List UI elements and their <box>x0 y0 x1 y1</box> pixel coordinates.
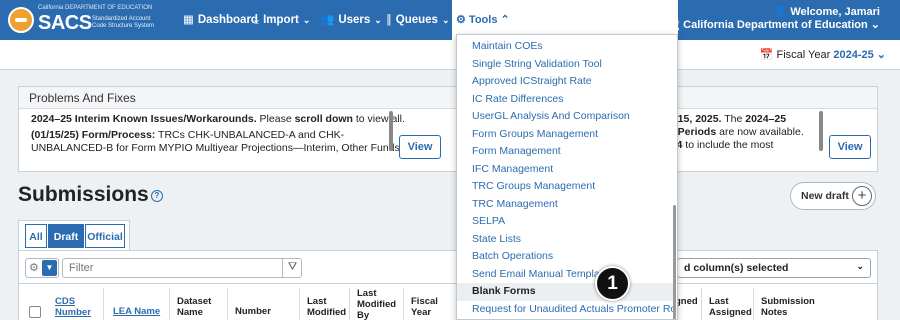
menu-item-trc-groups-management[interactable]: TRC Groups Management <box>457 178 673 196</box>
nav-dashboard[interactable]: ▦ Dashboard <box>183 0 258 40</box>
users-icon: 👥 <box>320 14 335 26</box>
calendar-icon: 📅 <box>759 49 777 61</box>
col-last-assigned[interactable]: Last Assigned <box>709 296 753 318</box>
column-divider <box>169 288 170 320</box>
org-building-icon: 🏛 <box>666 19 684 31</box>
tools-dropdown-menu: Maintain COEs Single String Validation T… <box>456 34 678 320</box>
problems-and-fixes-panel: Problems And Fixes 2024–25 Interim Known… <box>18 86 878 172</box>
fiscal-year-selector[interactable]: 📅 Fiscal Year 2024-25 ⌄ <box>760 48 886 61</box>
column-divider <box>299 288 300 320</box>
view-button-right[interactable]: View <box>829 135 871 159</box>
filter-input[interactable]: Filter <box>62 258 302 278</box>
tools-gear-icon: ⚙ <box>456 14 469 26</box>
problem-left-line1: 2024–25 Interim Known Issues/Workarounds… <box>31 113 405 125</box>
nav-queues[interactable]: ∥ Queues ⌄ <box>386 0 449 40</box>
tab-draft[interactable]: Draft <box>48 224 84 248</box>
menu-item-form-management[interactable]: Form Management <box>457 143 673 161</box>
plus-icon: + <box>852 186 872 206</box>
col-submission-notes[interactable]: Submission Notes <box>761 296 821 318</box>
chevron-down-icon: ▼ <box>42 260 57 276</box>
import-icon: ⤓ <box>254 14 260 26</box>
filter-funnel-icon[interactable]: ⛛ <box>282 258 302 278</box>
chevron-up-icon: ⌃ <box>500 14 510 26</box>
menu-item-approved-icstraight-rate[interactable]: Approved ICStraight Rate <box>457 73 673 91</box>
menu-item-selpa[interactable]: SELPA <box>457 213 673 231</box>
problem-left-line2: (01/15/25) Form/Process: TRCs CHK-UNBALA… <box>31 129 345 141</box>
submissions-table-header: CDS Number LEA Name Dataset Name Number … <box>18 284 878 320</box>
select-all-checkbox[interactable] <box>29 306 41 318</box>
user-account-menu[interactable]: 👤 Welcome, Jamari 🏛 California Departmen… <box>666 6 880 32</box>
problem-right-line1: ary 15, 2025. The 2024–25 <box>659 113 787 125</box>
menu-item-request-unaudited-actuals[interactable]: Request for Unaudited Actuals Promoter R… <box>457 301 677 319</box>
queues-icon: ∥ <box>386 14 392 26</box>
menu-item-maintain-coes[interactable]: Maintain COEs <box>457 38 673 56</box>
column-divider <box>227 288 228 320</box>
column-divider <box>701 288 702 320</box>
step-callout-badge: 1 <box>595 266 630 301</box>
help-icon[interactable]: ? <box>151 190 163 202</box>
menu-item-form-groups-management[interactable]: Form Groups Management <box>457 126 673 144</box>
dashboard-icon: ▦ <box>183 14 194 26</box>
column-divider <box>753 288 754 320</box>
menu-item-blank-forms[interactable]: Blank Forms <box>457 283 673 301</box>
col-dataset-name[interactable]: Dataset Name <box>177 296 221 318</box>
col-assigned[interactable]: gned <box>675 296 698 307</box>
sacs-logo[interactable]: California DEPARTMENT OF EDUCATION SACS … <box>8 4 158 36</box>
column-selector[interactable]: d column(s) selected ⌄ <box>677 258 871 278</box>
col-cds-number[interactable]: CDS Number <box>55 296 99 318</box>
sub-header-bar: 📅 Fiscal Year 2024-25 ⌄ <box>0 40 900 70</box>
chevron-down-icon: ⌄ <box>374 15 382 25</box>
left-scrollbar[interactable] <box>389 111 393 151</box>
col-last-modified[interactable]: Last Modified <box>307 296 351 318</box>
logo-state-text: California DEPARTMENT OF EDUCATION <box>38 5 153 11</box>
problem-left-line3: UNBALANCED-B for Form MYPIO Multiyear Pr… <box>31 142 400 154</box>
nav-import[interactable]: ⤓ Import ⌄ <box>254 0 310 40</box>
column-divider <box>103 288 104 320</box>
table-toolbar: ⚙ ▼ Filter ⛛ d column(s) selected ⌄ <box>18 250 878 284</box>
chevron-down-icon: ⌄ <box>302 15 311 25</box>
tab-all[interactable]: All <box>25 224 47 248</box>
gear-icon: ⚙ <box>29 262 39 274</box>
cde-seal-icon <box>8 7 34 33</box>
chevron-down-icon: ⌄ <box>441 15 450 25</box>
nav-users[interactable]: 👥 Users ⌄ <box>320 0 382 40</box>
page-title: Submissions <box>18 183 149 206</box>
chevron-down-icon: ⌄ <box>870 19 880 31</box>
org-name: California Department of Education <box>683 19 868 31</box>
user-icon: 👤 <box>773 6 791 18</box>
logo-wordmark: SACS <box>38 12 92 34</box>
menu-item-send-email-manual-template[interactable]: Send Email Manual Template <box>457 266 673 284</box>
menu-scrollbar[interactable] <box>673 205 676 319</box>
fiscal-year-value: 2024-25 <box>833 49 874 61</box>
tab-official[interactable]: Official <box>85 224 125 248</box>
new-draft-button[interactable]: New draft + <box>790 182 876 210</box>
chevron-down-icon: ⌄ <box>876 49 886 61</box>
table-settings-dropdown[interactable]: ⚙ ▼ <box>25 258 59 278</box>
top-nav-bar: California DEPARTMENT OF EDUCATION SACS … <box>0 0 900 40</box>
fiscal-year-label: Fiscal Year <box>776 49 831 61</box>
col-lea-name[interactable]: LEA Name <box>113 306 160 317</box>
tools-label: Tools <box>468 14 498 26</box>
view-button-left[interactable]: View <box>399 135 441 159</box>
col-last-modified-by[interactable]: Last Modified By <box>357 288 401 320</box>
col-number[interactable]: Number <box>235 306 271 317</box>
problem-right-line2: ing Periods are now available. <box>659 126 804 138</box>
logo-subtitle: Standardized Account Code Structure Syst… <box>92 16 155 29</box>
menu-item-ifc-management[interactable]: IFC Management <box>457 161 673 179</box>
menu-item-ic-rate-differences[interactable]: IC Rate Differences <box>457 91 673 109</box>
column-divider <box>349 288 350 320</box>
menu-item-batch-operations[interactable]: Batch Operations <box>457 248 673 266</box>
panel-title: Problems And Fixes <box>19 87 877 109</box>
col-fiscal-year[interactable]: Fiscal Year <box>411 296 447 318</box>
menu-item-usergl-analysis[interactable]: UserGL Analysis And Comparison <box>457 108 673 126</box>
chevron-down-icon: ⌄ <box>856 261 864 271</box>
menu-item-single-string-validation[interactable]: Single String Validation Tool <box>457 56 673 74</box>
submission-tabs: All Draft Official <box>18 220 130 250</box>
right-scrollbar[interactable] <box>819 111 823 151</box>
welcome-text: Welcome, Jamari <box>790 6 880 18</box>
column-divider <box>403 288 404 320</box>
menu-item-trc-management[interactable]: TRC Management <box>457 196 673 214</box>
menu-item-state-lists[interactable]: State Lists <box>457 231 673 249</box>
